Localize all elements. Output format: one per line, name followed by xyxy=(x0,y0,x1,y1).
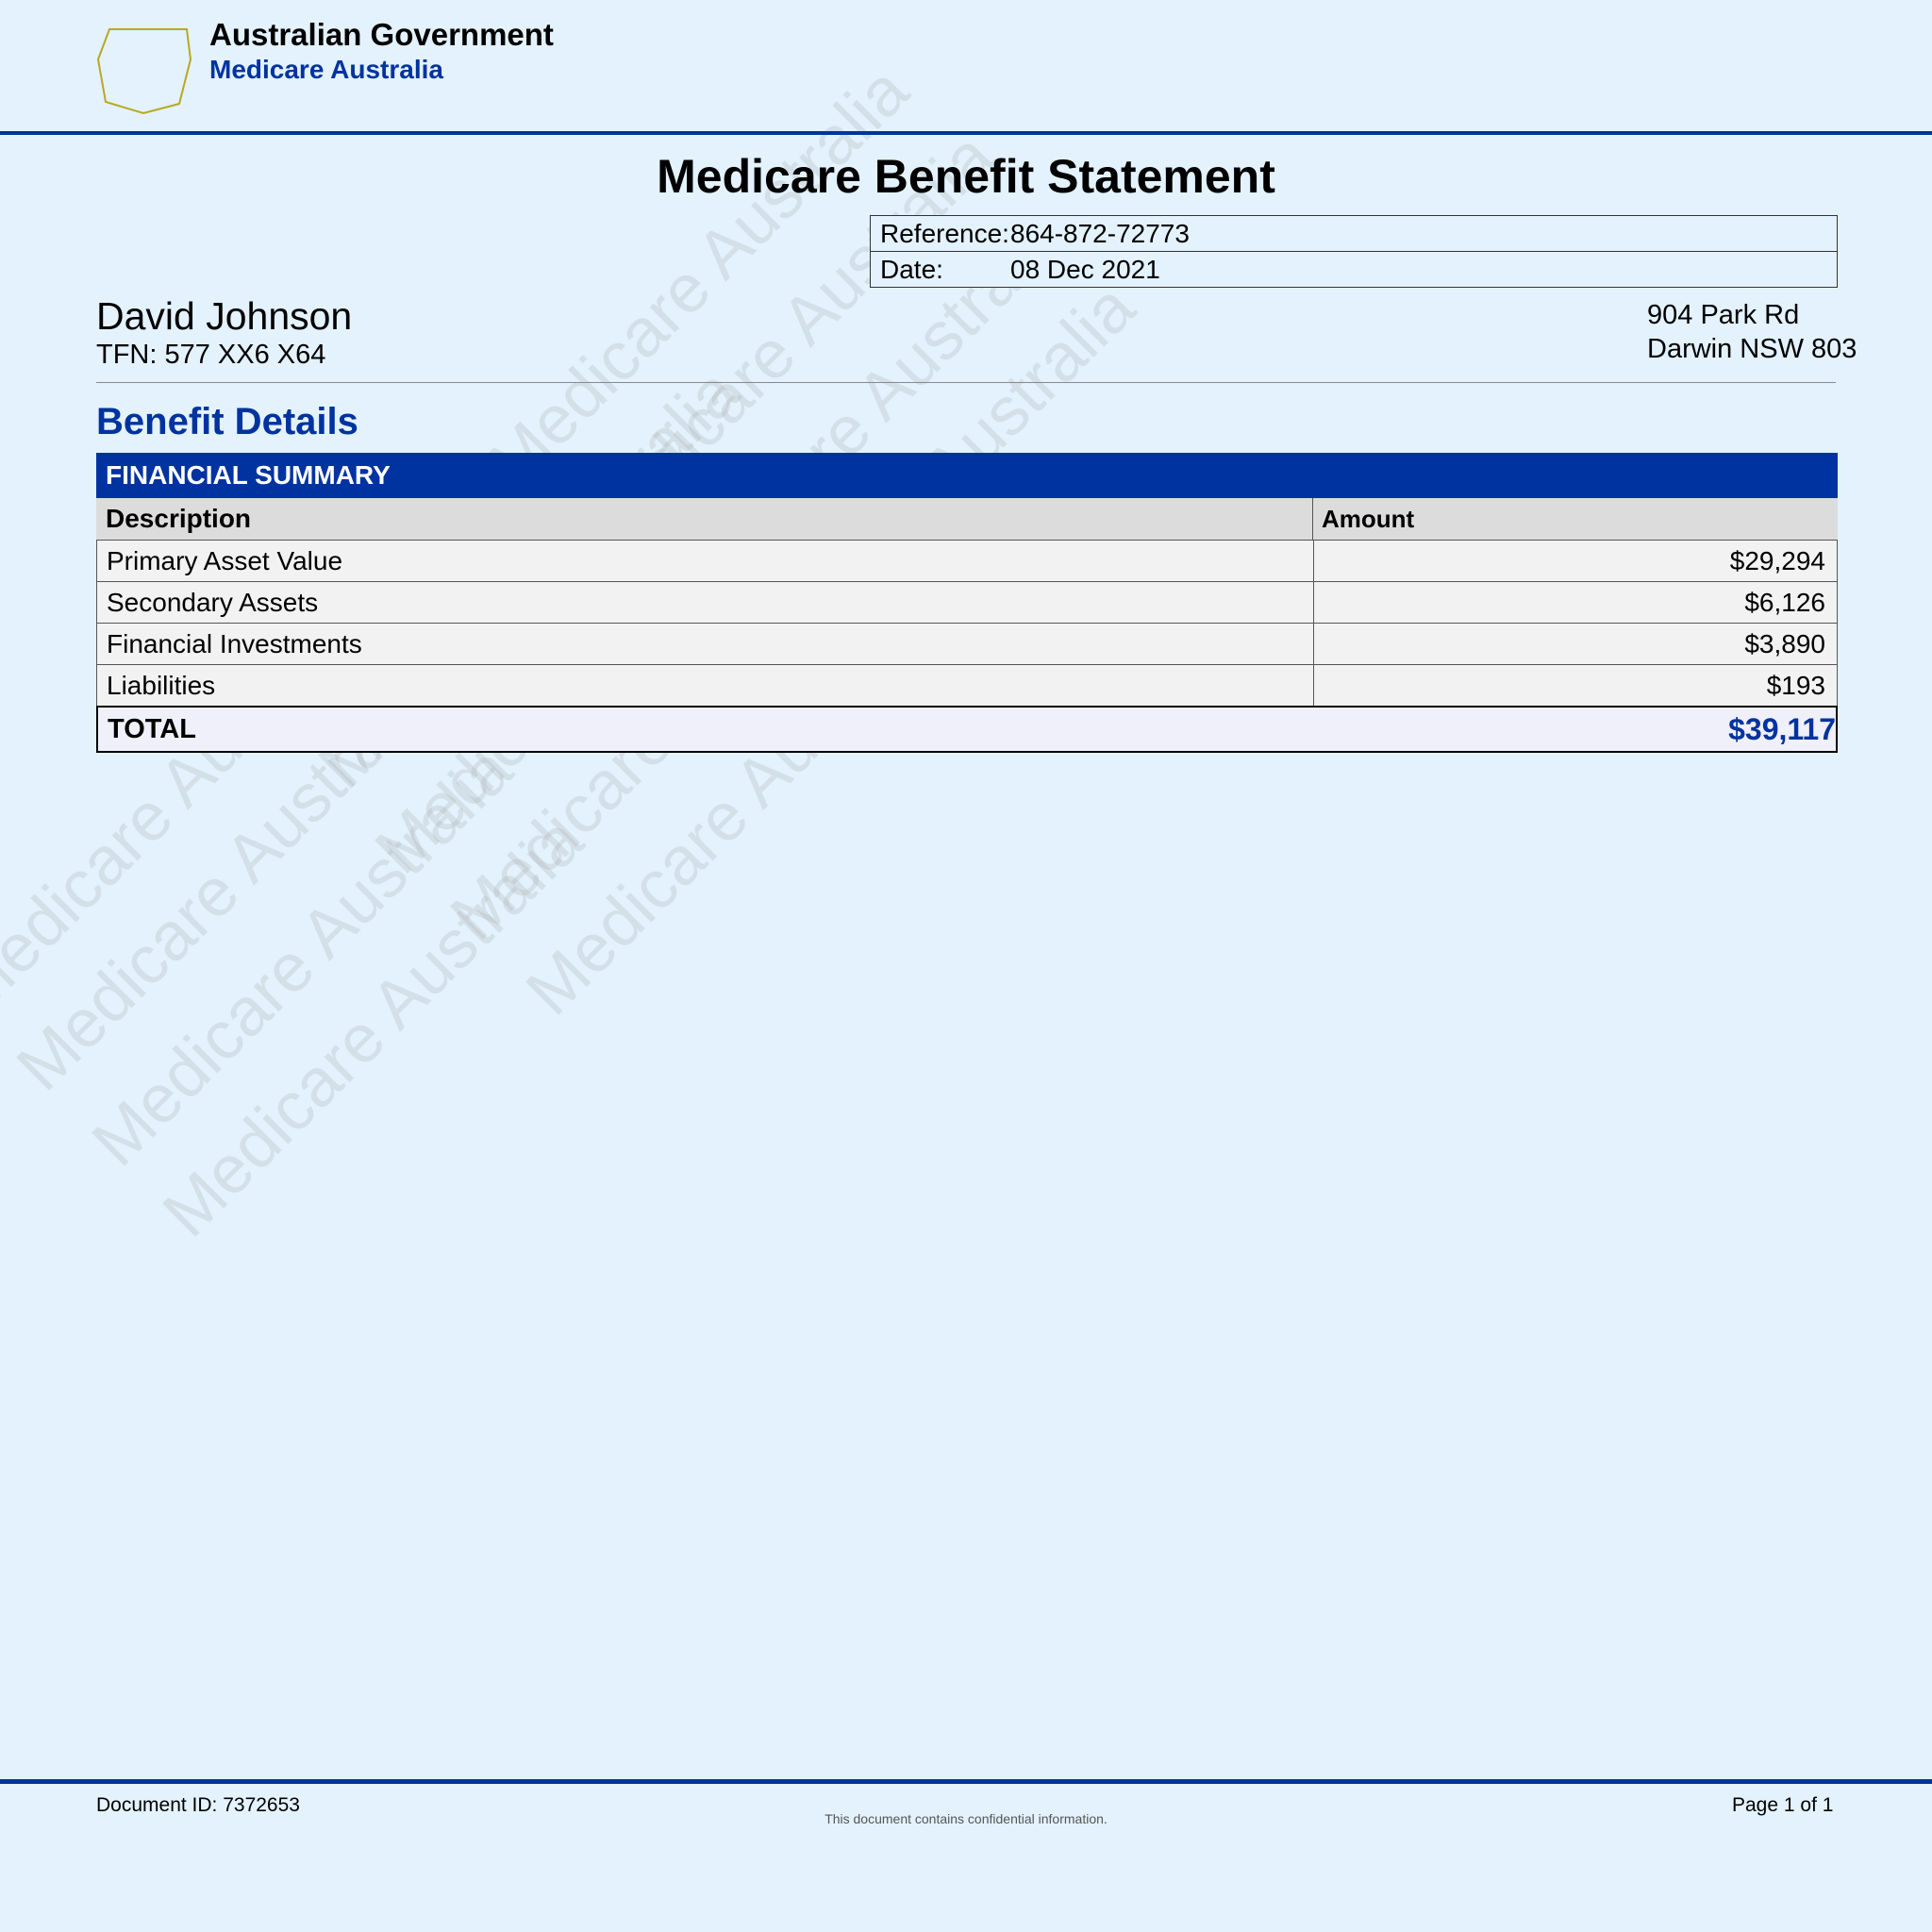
total-label: TOTAL xyxy=(108,713,196,744)
row-description: Liabilities xyxy=(97,665,1314,706)
table-total-row: TOTAL $39,117 xyxy=(96,706,1838,753)
reference-value: 864-872-72773 xyxy=(1010,218,1190,248)
reference-row: Reference: 864-872-72773 xyxy=(871,216,1837,251)
header-rule xyxy=(0,131,1932,135)
row-description: Financial Investments xyxy=(97,624,1314,664)
amount-header: Amount xyxy=(1322,504,1415,533)
reference-box: Reference: 864-872-72773 Date: 08 Dec 20… xyxy=(870,215,1838,288)
row-description: Primary Asset Value xyxy=(97,541,1314,581)
watermark-text: Medicare Australia xyxy=(474,52,924,502)
coat-of-arms-logo xyxy=(96,28,192,115)
table-header-row: Description Amount xyxy=(96,498,1838,540)
address-line-2: Darwin NSW 803 xyxy=(1647,334,1857,364)
watermark-text: Medicare Australia xyxy=(77,731,527,1181)
table-row: Liabilities $193 xyxy=(96,664,1838,706)
section-title: Benefit Details xyxy=(96,401,358,442)
row-amount: $29,294 xyxy=(1729,545,1825,575)
address-line-1: 904 Park Rd xyxy=(1647,300,1800,330)
footer-rule xyxy=(0,1779,1932,1784)
date-value: 08 Dec 2021 xyxy=(1010,254,1160,284)
date-row: Date: 08 Dec 2021 xyxy=(871,251,1837,287)
watermark-text: Medicare Australia xyxy=(148,802,598,1252)
section-divider xyxy=(96,382,1836,383)
total-value: $39,117 xyxy=(1728,711,1836,746)
table-row: Secondary Assets $6,126 xyxy=(96,581,1838,623)
page-number: Page 1 of 1 xyxy=(1732,1794,1834,1816)
patient-tfn: TFN: 577 XX6 X64 xyxy=(96,340,326,370)
document-title: Medicare Benefit Statement xyxy=(657,150,1275,203)
description-header: Description xyxy=(96,498,1313,540)
financial-summary-table: FINANCIAL SUMMARY Description Amount Pri… xyxy=(96,453,1838,753)
government-title: Australian Government xyxy=(209,17,554,52)
table-banner: FINANCIAL SUMMARY xyxy=(96,453,1838,498)
row-description: Secondary Assets xyxy=(97,582,1314,623)
watermark-layer: Medicare AustraliaMedicare AustraliaMedi… xyxy=(0,0,1932,1932)
table-row: Financial Investments $3,890 xyxy=(96,623,1838,664)
row-amount: $193 xyxy=(1766,670,1825,700)
row-amount: $3,890 xyxy=(1744,628,1825,658)
patient-name: David Johnson xyxy=(96,294,353,338)
table-row: Primary Asset Value $29,294 xyxy=(96,540,1838,581)
date-label: Date: xyxy=(880,254,943,284)
agency-subtitle: Medicare Australia xyxy=(209,55,443,84)
confidential-notice: This document contains confidential info… xyxy=(824,1811,1108,1826)
row-amount: $6,126 xyxy=(1744,587,1825,617)
reference-label: Reference: xyxy=(880,218,1009,248)
